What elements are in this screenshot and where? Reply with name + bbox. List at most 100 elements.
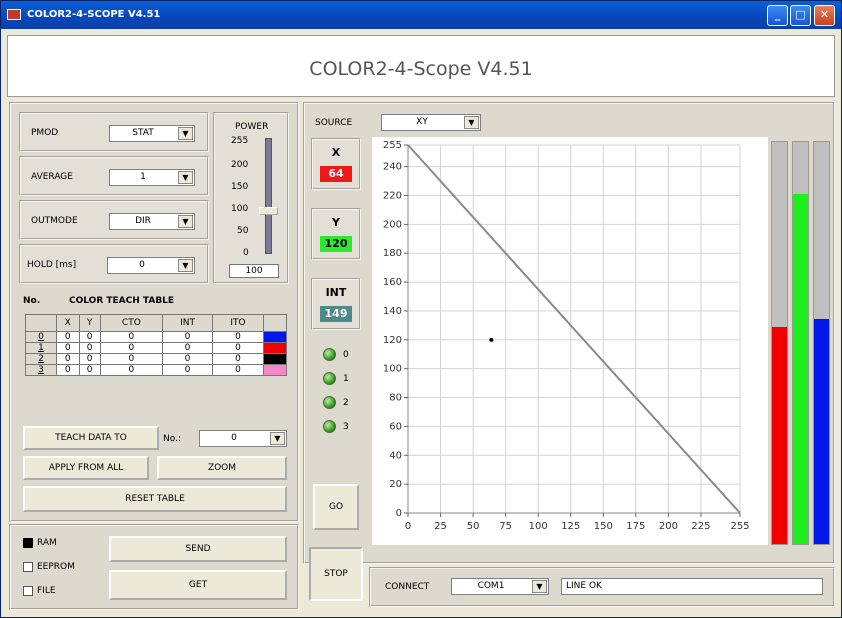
pmod-group: PMOD STAT ▼ [19,112,209,152]
y-tick-label: 160 [383,277,402,288]
stop-button[interactable]: STOP [309,547,363,601]
row-index[interactable]: 1 [25,342,57,354]
table-cell[interactable]: 0 [78,364,101,376]
pmod-select[interactable]: STAT ▼ [109,125,195,142]
hold-select[interactable]: 0 ▼ [107,257,195,274]
column-header-x: X [56,314,80,332]
ram-radio[interactable] [23,538,33,548]
teach-no-select[interactable]: 0 ▼ [199,430,287,447]
led-icon [323,372,336,385]
table-cell[interactable]: 0 [162,353,213,365]
x-tick-label: 175 [626,521,645,532]
apply-from-all-button[interactable]: APPLY FROM ALL [23,456,149,480]
get-button[interactable]: GET [109,570,287,600]
power-slider-handle[interactable] [259,207,278,215]
outmode-select[interactable]: DIR ▼ [109,213,195,230]
table-cell[interactable]: 0 [211,331,265,343]
row-index[interactable]: 2 [25,353,57,365]
x-tick-label: 125 [561,521,580,532]
window-title: COLOR2-4-SCOPE V4.51 [27,9,161,20]
table-cell[interactable]: 0 [99,331,164,343]
reference-line [407,144,741,514]
x-readout-label: X [331,146,341,159]
y-readout-group: Y 120 [311,208,361,260]
table-cell[interactable]: 0 [211,342,265,354]
table-cell[interactable]: 0 [56,364,80,376]
y-tick-label: 100 [383,364,402,375]
row-index[interactable]: 0 [25,331,57,343]
reset-table-button[interactable]: RESET TABLE [23,486,287,512]
table-cell[interactable]: 0 [99,364,164,376]
teach-no-label: No.: [163,434,181,444]
table-cell[interactable]: 0 [56,342,80,354]
power-tick: 255 [231,136,249,146]
teach-data-button[interactable]: TEACH DATA TO [23,426,159,450]
header-cell-empty [25,314,57,332]
led-icon [323,396,336,409]
chevron-down-icon[interactable]: ▼ [178,127,193,140]
file-checkbox[interactable] [23,586,33,596]
x-tick-label: 100 [529,521,548,532]
led-label: 2 [343,398,349,408]
column-header-y: Y [78,314,101,332]
source-select[interactable]: XY ▼ [381,114,481,131]
go-button[interactable]: GO [313,484,359,530]
com-port-select[interactable]: COM1 ▼ [451,578,549,595]
data-point [489,337,494,342]
average-select[interactable]: 1 ▼ [109,169,195,186]
hold-group: HOLD [ms] 0 ▼ [19,244,209,284]
close-icon: ✕ [819,8,830,21]
eeprom-label: EEPROM [37,562,75,572]
zoom-label: ZOOM [207,463,237,473]
chevron-down-icon[interactable]: ▼ [532,580,547,593]
zoom-button[interactable]: ZOOM [157,456,287,480]
y-tick-label: 200 [383,219,402,230]
led-label: 0 [343,350,349,360]
table-cell[interactable]: 0 [99,342,164,354]
no-header: No. [23,296,41,306]
column-header-int: INT [162,314,213,332]
table-cell[interactable]: 0 [78,353,101,365]
chevron-down-icon[interactable]: ▼ [178,215,193,228]
table-cell[interactable]: 0 [56,331,80,343]
hold-label: HOLD [ms] [27,260,77,270]
y-tick-label: 255 [383,140,402,151]
y-readout-label: Y [332,216,340,229]
power-slider-track[interactable] [265,138,272,254]
xy-chart: 0 25 50 75 100 125 150 175 200 225 255020406080100… [372,137,768,545]
led-label: 3 [343,422,349,432]
table-row[interactable]: 2 0 0 0 0 0 [25,353,287,365]
table-cell[interactable]: 0 [99,353,164,365]
eeprom-checkbox[interactable] [23,562,33,572]
connect-label: CONNECT [385,582,430,592]
chevron-down-icon[interactable]: ▼ [178,171,193,184]
maximize-button[interactable]: □ [790,5,811,26]
chevron-down-icon[interactable]: ▼ [270,432,285,445]
close-button[interactable]: ✕ [814,5,835,26]
table-cell[interactable]: 0 [162,331,213,343]
x-tick-label: 150 [594,521,613,532]
table-cell[interactable]: 0 [162,364,213,376]
chevron-down-icon[interactable]: ▼ [464,116,479,129]
table-cell[interactable]: 0 [56,353,80,365]
apply-from-all-label: APPLY FROM ALL [48,463,124,473]
send-button[interactable]: SEND [109,536,287,562]
title-bar[interactable]: COLOR2-4-SCOPE V4.51 _ □ ✕ [1,1,841,29]
table-cell[interactable]: 0 [211,364,265,376]
pmod-value: STAT [132,128,154,138]
power-value-field[interactable]: 100 [229,264,279,278]
minimize-button[interactable]: _ [767,5,788,26]
table-cell[interactable]: 0 [211,353,265,365]
table-cell[interactable]: 0 [78,331,101,343]
row-index[interactable]: 3 [25,364,57,376]
table-cell[interactable]: 0 [162,342,213,354]
power-label: POWER [235,122,269,132]
table-row[interactable]: 1 0 0 0 0 0 [25,342,287,354]
table-row[interactable]: 3 0 0 0 0 0 [25,364,287,376]
chevron-down-icon[interactable]: ▼ [178,259,193,272]
average-group: AVERAGE 1 ▼ [19,156,209,196]
table-cell[interactable]: 0 [78,342,101,354]
pmod-label: PMOD [31,128,59,138]
table-row[interactable]: 0 0 0 0 0 0 [25,331,287,343]
y-tick-label: 240 [383,162,402,173]
